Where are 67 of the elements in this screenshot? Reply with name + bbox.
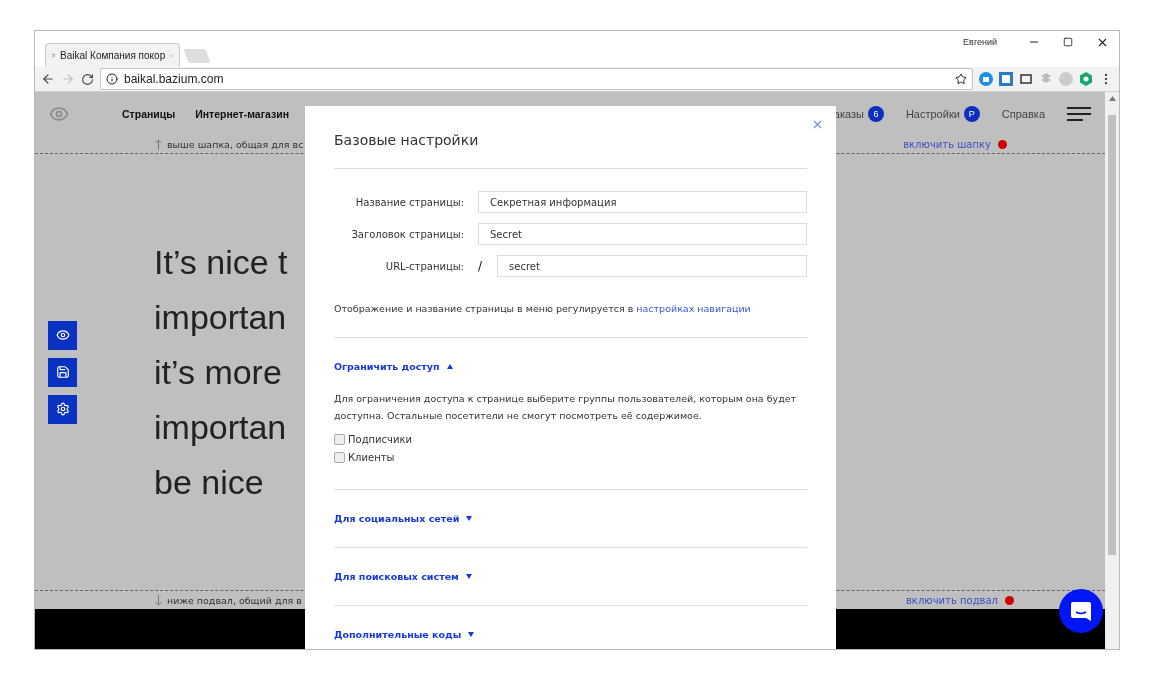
star-icon[interactable]	[955, 73, 967, 85]
tab-title: Baikal Компания покор	[60, 50, 166, 61]
count-badge: 6	[867, 105, 884, 122]
extension-icon[interactable]	[1019, 72, 1033, 86]
hero-text: it’s more	[154, 351, 283, 393]
field-label: Заголовок страницы:	[350, 228, 464, 240]
up-arrow-icon	[155, 138, 162, 150]
hero-text: It’s nice t	[154, 241, 288, 283]
nav-link[interactable]: Страницы	[122, 107, 176, 120]
status-dot	[998, 139, 1007, 149]
eye-icon	[55, 328, 70, 342]
nav-link[interactable]: Настройки P	[905, 105, 980, 122]
toggle-link[interactable]: включить шапку	[903, 138, 991, 150]
nav-link[interactable]: Справка	[1001, 107, 1045, 120]
extension-icon[interactable]	[999, 72, 1013, 86]
chat-button[interactable]	[1059, 589, 1103, 633]
strip-text: ниже подвал, общий для в	[167, 594, 302, 606]
preview-button[interactable]	[48, 320, 77, 350]
checkbox-label: Клиенты	[348, 451, 395, 463]
maximize-icon[interactable]	[1063, 37, 1073, 47]
reload-icon[interactable]	[81, 72, 94, 86]
hero-text: importan	[154, 296, 288, 338]
hero-text: importan	[154, 406, 288, 448]
settings-button[interactable]	[48, 394, 77, 424]
hero-text: be nice	[154, 461, 265, 503]
extension-icon[interactable]	[1079, 72, 1093, 86]
navigation-link[interactable]: настройках навигации	[636, 303, 751, 314]
section-toggle[interactable]: Для социальных сетей	[334, 513, 473, 524]
browser-tab[interactable]: Baikal Компания покор	[45, 43, 180, 67]
extension-icon[interactable]	[979, 72, 993, 86]
input-field[interactable]: secret	[497, 255, 807, 277]
url-prefix: /	[478, 259, 483, 273]
checkbox[interactable]	[334, 451, 345, 463]
field-label: Название страницы:	[354, 196, 464, 208]
down-arrow-icon	[155, 594, 162, 606]
section-toggle[interactable]: Ограничить доступ	[334, 361, 453, 372]
back-icon[interactable]	[41, 72, 55, 86]
strip-text: выше шапка, общая для вс	[167, 138, 304, 150]
toggle-link[interactable]: включить подвал	[905, 594, 998, 606]
info-icon	[106, 73, 118, 85]
nav-link[interactable]: Интернет-магазин	[195, 107, 289, 120]
section-toggle[interactable]: Дополнительные коды	[334, 629, 475, 640]
url-text: baikal.bazium.com	[124, 72, 225, 86]
checkbox[interactable]	[334, 433, 345, 445]
caret-icon	[466, 516, 473, 521]
section-description: Для ограничения доступа к странице выберите группы пользователей, которым она будет доступна. Остальные посетители не смогут посмотреть её содержимое.	[334, 392, 798, 423]
checkbox-label: Подписчики	[348, 433, 413, 445]
input-field[interactable]: Secret	[478, 223, 807, 245]
save-button[interactable]	[48, 357, 77, 387]
count-badge: P	[963, 105, 980, 122]
status-dot	[1005, 595, 1014, 605]
caret-icon	[468, 632, 475, 637]
chat-icon	[1070, 600, 1092, 622]
scrollbar-thumb[interactable]	[1108, 115, 1116, 555]
profile-name[interactable]: Евгений	[963, 37, 997, 47]
menu-icon[interactable]	[1067, 106, 1091, 121]
scroll-up-icon[interactable]	[1108, 96, 1116, 101]
caret-icon	[446, 364, 453, 369]
settings-icon	[55, 402, 70, 416]
input-field[interactable]: Секретная информация	[478, 191, 807, 213]
note-text: Отображение и название страницы в меню регулируется в настройках навигации	[334, 303, 807, 338]
caret-icon	[465, 574, 472, 579]
dialog-title: Базовые настройки	[334, 106, 807, 169]
address-bar[interactable]: baikal.bazium.com	[100, 68, 973, 90]
save-icon	[55, 365, 70, 379]
section-toggle[interactable]: Для поисковых систем	[334, 571, 472, 582]
field-label: URL-страницы:	[384, 260, 464, 272]
